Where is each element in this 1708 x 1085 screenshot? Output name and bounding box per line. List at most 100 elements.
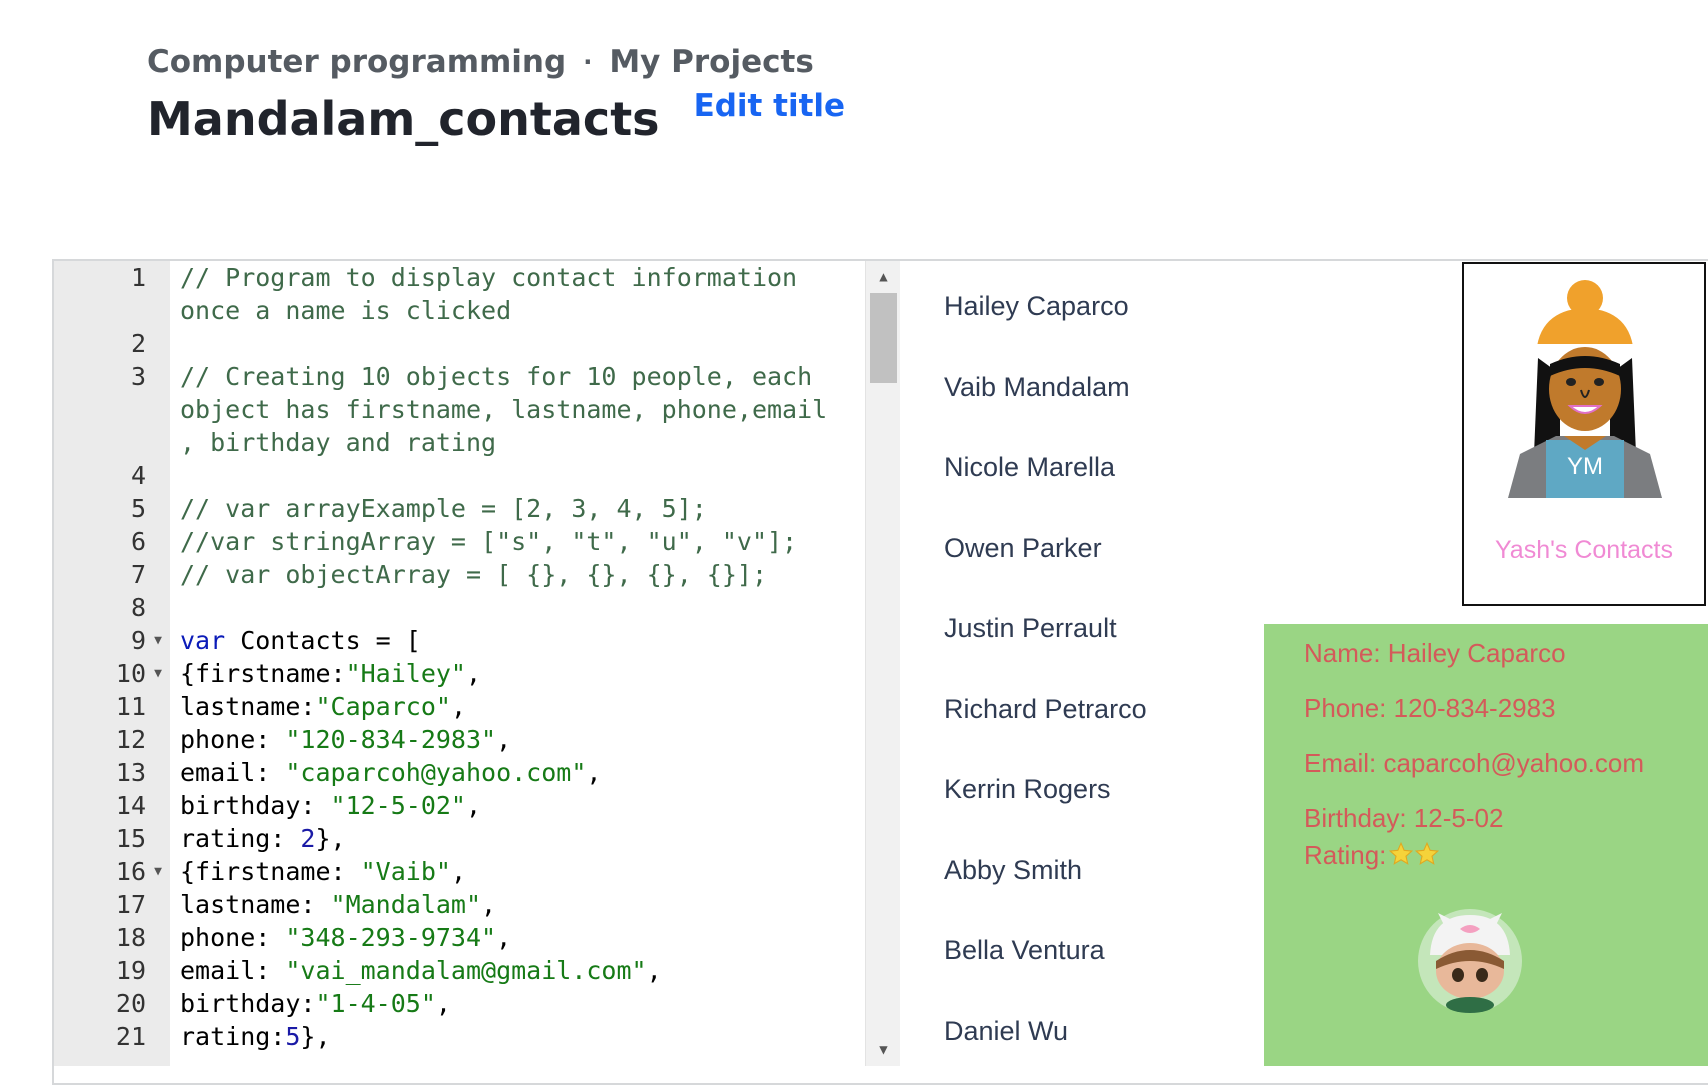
code-line[interactable]: 13 email: "caparcoh@yahoo.com", [54,756,900,789]
code-line[interactable]: 17 lastname: "Mandalam", [54,888,900,921]
code-line[interactable]: 12 phone: "120-834-2983", [54,723,900,756]
workspace: 1 // Program to display contact informati… [52,259,1708,1085]
code-line[interactable]: 7 // var objectArray = [ {}, {}, {}, {}]; [54,558,900,591]
breadcrumb-separator: · [583,48,593,76]
contact-name[interactable]: Bella Ventura [944,935,1147,1016]
code-line[interactable]: 2 [54,327,900,360]
code-token: "348-293-9734" [285,923,497,952]
code-line[interactable]: 19 email: "vai_mandalam@gmail.com", [54,954,900,987]
code-text: rating:5}, [170,1020,840,1053]
code-token: rating: [180,1022,286,1051]
line-number: 9 [130,626,146,655]
contact-name[interactable]: Nicole Marella [944,452,1147,533]
fold-arrow-icon[interactable]: ▼ [146,657,170,690]
contact-name[interactable]: Kerrin Rogers [944,774,1147,855]
code-token: "Mandalam" [330,890,482,919]
breadcrumb-parent[interactable]: Computer programming [147,44,566,80]
scrollbar-thumb[interactable] [870,293,897,383]
star-icon [1389,841,1414,865]
scroll-down-arrow-icon[interactable]: ▼ [866,1036,900,1064]
code-text: var Contacts = [ [170,624,840,657]
editor-scrollbar[interactable]: ▲ ▼ [865,261,900,1066]
code-line[interactable]: 20 birthday:"1-4-05", [54,987,900,1020]
line-number: 3 [130,362,146,391]
code-line[interactable]: 1 // Program to display contact informati… [54,261,900,327]
code-line[interactable]: 10 ▼ {firstname:"Hailey", [54,657,900,690]
contact-name-list: Hailey Caparco Vaib Mandalam Nicole Mare… [944,291,1147,1066]
line-number: 13 [115,758,146,787]
contact-name[interactable]: Justin Perrault [944,613,1147,694]
detail-birthday: Birthday: 12-5-02 [1304,803,1504,833]
code-line[interactable]: 11 lastname:"Caparco", [54,690,900,723]
program-output-canvas[interactable]: Hailey Caparco Vaib Mandalam Nicole Mare… [902,261,1708,1066]
code-token: "12-5-02" [330,791,466,820]
code-token: //var stringArray = ["s", "t", "u", "v"]… [180,527,798,556]
fold-arrow-icon[interactable]: ▼ [146,624,170,657]
logo-shirt-text: YM [1567,453,1603,480]
code-line[interactable]: 8 [54,591,900,624]
code-token: lastname: [180,692,316,721]
code-line[interactable]: 14 birthday: "12-5-02", [54,789,900,822]
breadcrumb-current[interactable]: My Projects [609,44,813,80]
code-token: , [450,692,466,721]
edit-title-link[interactable]: Edit title [694,88,846,124]
contact-name[interactable]: Daniel Wu [944,1016,1147,1067]
code-token: lastname: [180,890,331,919]
code-line[interactable]: 18 phone: "348-293-9734", [54,921,900,954]
code-token: birthday: [180,791,331,820]
detail-email: Email: caparcoh@yahoo.com [1304,748,1644,778]
star-icon [1415,841,1440,865]
code-line[interactable]: 21 rating:5}, [54,1020,900,1053]
code-text: // Creating 10 objects for 10 people, ea… [170,360,840,459]
code-line[interactable]: 16 ▼ {firstname: "Vaib", [54,855,900,888]
code-text: // Program to display contact informatio… [170,261,840,327]
contact-name[interactable]: Owen Parker [944,533,1147,614]
code-token: "120-834-2983" [285,725,497,754]
code-line[interactable]: 4 [54,459,900,492]
contact-name[interactable]: Vaib Mandalam [944,372,1147,453]
code-editor[interactable]: 1 // Program to display contact informati… [54,261,900,1066]
rating-stars [1388,841,1440,874]
fold-arrow-icon[interactable]: ▼ [146,855,170,888]
line-number: 20 [115,989,146,1018]
code-text: lastname:"Caparco", [170,690,840,723]
code-line[interactable]: 6 //var stringArray = ["s", "t", "u", "v"… [54,525,900,558]
code-token: , [496,923,512,952]
code-line[interactable]: 9 ▼ var Contacts = [ [54,624,900,657]
code-text: email: "vai_mandalam@gmail.com", [170,954,840,987]
line-number: 2 [130,329,146,358]
code-line[interactable]: 5 // var arrayExample = [2, 3, 4, 5]; [54,492,900,525]
code-line[interactable]: 15 rating: 2}, [54,822,900,855]
scroll-up-arrow-icon[interactable]: ▲ [866,263,900,291]
code-token: phone: [180,725,286,754]
code-text: phone: "348-293-9734", [170,921,840,954]
contact-name[interactable]: Abby Smith [944,855,1147,936]
line-number: 1 [130,263,146,292]
line-number: 6 [130,527,146,556]
code-text: email: "caparcoh@yahoo.com", [170,756,840,789]
code-line[interactable]: 3 // Creating 10 objects for 10 people, e… [54,360,900,459]
code-text: {firstname: "Vaib", [170,855,840,888]
code-text: {firstname:"Hailey", [170,657,840,690]
code-token: // var objectArray = [ {}, {}, {}, {}]; [180,560,767,589]
code-text: // var objectArray = [ {}, {}, {}, {}]; [170,558,840,591]
contact-name[interactable]: Richard Petrarco [944,694,1147,775]
contact-name[interactable]: Hailey Caparco [944,291,1147,372]
code-text: rating: 2}, [170,822,840,855]
code-token: "Vaib" [360,857,451,886]
logo-caption: Yash's Contacts [1494,536,1673,564]
avatar-girl-icon: YM [1508,280,1662,498]
code-token: 5 [285,1022,301,1051]
code-text: lastname: "Mandalam", [170,888,840,921]
